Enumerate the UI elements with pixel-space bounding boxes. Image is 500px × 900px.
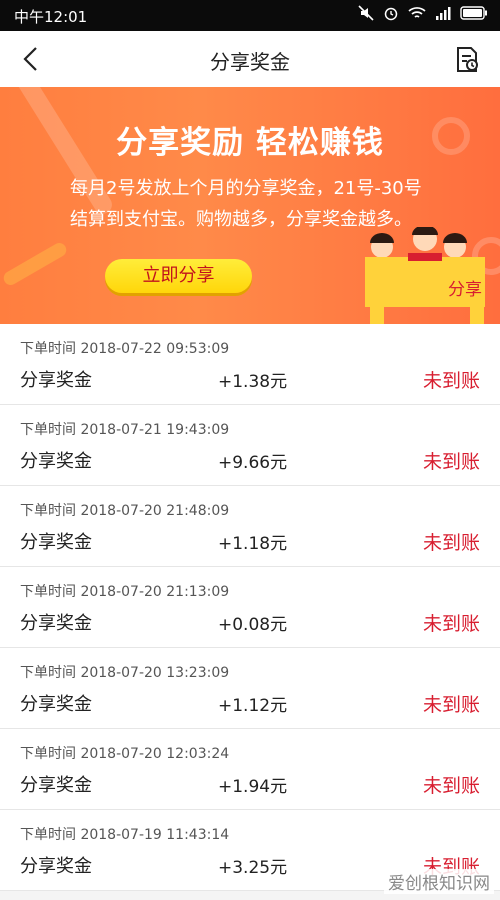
list-item[interactable]: 下单时间 2018-07-20 12:03:24 分享奖金 +1.94元 未到账 bbox=[0, 729, 500, 810]
records-icon[interactable] bbox=[452, 45, 482, 75]
record-amount: +1.18元 bbox=[218, 534, 288, 554]
promo-banner: 分享奖励 轻松赚钱 每月2号发放上个月的分享奖金，21号-30号 结算到支付宝。… bbox=[0, 87, 500, 324]
mute-icon bbox=[358, 5, 374, 21]
order-time: 下单时间 2018-07-19 11:43:14 bbox=[20, 827, 230, 843]
signal-icon bbox=[436, 7, 451, 20]
record-name: 分享奖金 bbox=[20, 370, 92, 391]
watermark: 爱创根知识网 bbox=[384, 869, 494, 894]
nav-bar: 分享奖金 bbox=[0, 31, 500, 87]
record-status: 未到账 bbox=[422, 775, 480, 797]
list-item[interactable]: 下单时间 2018-07-22 09:53:09 分享奖金 +1.38元 未到账 bbox=[0, 324, 500, 405]
list-item[interactable]: 下单时间 2018-07-20 13:23:09 分享奖金 +1.12元 未到账 bbox=[0, 648, 500, 729]
record-name: 分享奖金 bbox=[20, 613, 92, 634]
list-item[interactable]: 下单时间 2018-07-20 21:13:09 分享奖金 +0.08元 未到账 bbox=[0, 567, 500, 648]
record-amount: +3.25元 bbox=[218, 858, 288, 878]
record-status: 未到账 bbox=[422, 370, 480, 392]
status-bar: 中午12:01 bbox=[0, 0, 500, 31]
record-amount: +1.94元 bbox=[218, 777, 288, 797]
list-item[interactable]: 下单时间 2018-07-21 19:43:09 分享奖金 +9.66元 未到账 bbox=[0, 405, 500, 486]
banner-description: 每月2号发放上个月的分享奖金，21号-30号 结算到支付宝。购物越多，分享奖金越… bbox=[70, 173, 450, 235]
order-time: 下单时间 2018-07-20 21:13:09 bbox=[20, 584, 230, 600]
record-name: 分享奖金 bbox=[20, 775, 92, 796]
list-item[interactable]: 下单时间 2018-07-20 21:48:09 分享奖金 +1.18元 未到账 bbox=[0, 486, 500, 567]
record-status: 未到账 bbox=[422, 613, 480, 635]
page-title: 分享奖金 bbox=[210, 50, 290, 74]
status-icons bbox=[358, 5, 488, 21]
illustration-book-text: 分享 bbox=[448, 280, 482, 300]
alarm-icon bbox=[384, 7, 398, 21]
record-name: 分享奖金 bbox=[20, 532, 92, 553]
bonus-record-list: 下单时间 2018-07-22 09:53:09 分享奖金 +1.38元 未到账… bbox=[0, 324, 500, 891]
order-time: 下单时间 2018-07-20 13:23:09 bbox=[20, 665, 230, 681]
record-name: 分享奖金 bbox=[20, 694, 92, 715]
order-time: 下单时间 2018-07-20 21:48:09 bbox=[20, 503, 230, 519]
banner-decoration bbox=[1, 240, 69, 288]
record-amount: +1.38元 bbox=[218, 372, 288, 392]
order-time: 下单时间 2018-07-21 19:43:09 bbox=[20, 422, 230, 438]
record-status: 未到账 bbox=[422, 694, 480, 716]
record-status: 未到账 bbox=[422, 532, 480, 554]
banner-desc-line: 每月2号发放上个月的分享奖金，21号-30号 bbox=[70, 178, 422, 199]
record-status: 未到账 bbox=[422, 451, 480, 473]
status-time: 中午12:01 bbox=[14, 8, 88, 26]
people-reading-illustration: 分享 bbox=[365, 227, 485, 324]
wifi-icon bbox=[408, 7, 426, 18]
record-amount: +9.66元 bbox=[218, 453, 288, 473]
record-name: 分享奖金 bbox=[20, 856, 92, 877]
banner-headline: 分享奖励 轻松赚钱 bbox=[116, 125, 384, 161]
battery-icon bbox=[460, 6, 487, 20]
order-time: 下单时间 2018-07-20 12:03:24 bbox=[20, 746, 230, 762]
record-amount: +1.12元 bbox=[218, 696, 288, 716]
share-now-button[interactable]: 立即分享 bbox=[105, 259, 252, 293]
record-amount: +0.08元 bbox=[218, 615, 288, 635]
record-name: 分享奖金 bbox=[20, 451, 92, 472]
order-time: 下单时间 2018-07-22 09:53:09 bbox=[20, 341, 230, 357]
